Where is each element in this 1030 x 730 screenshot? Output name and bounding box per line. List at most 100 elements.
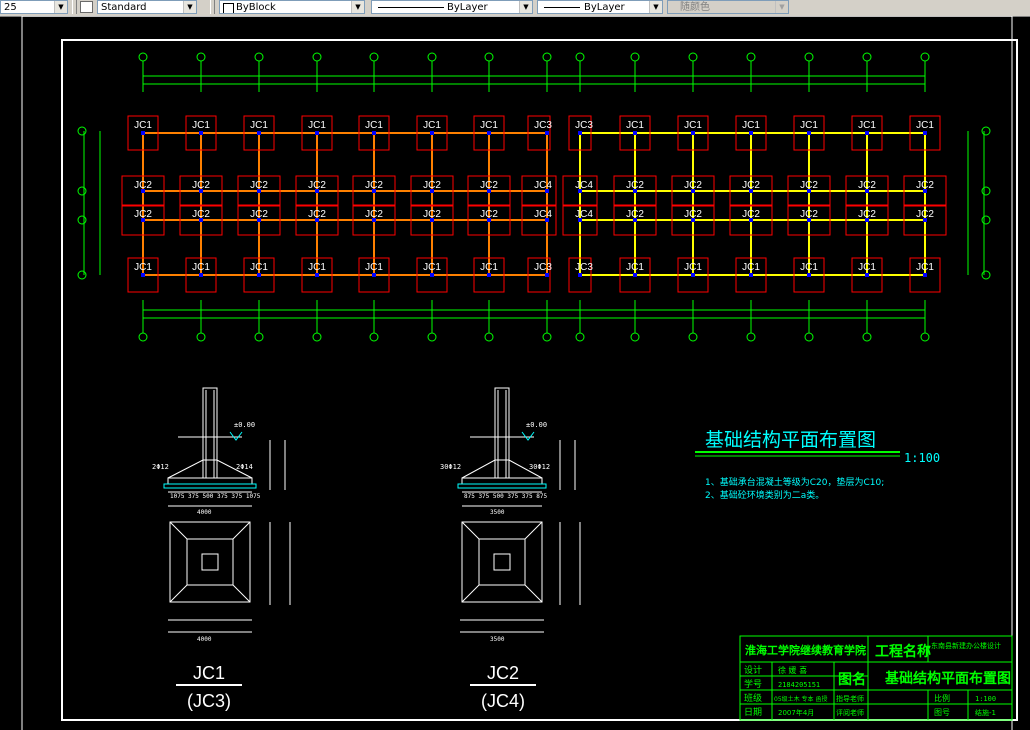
plotstyle-value: 随颜色 [680,2,710,13]
chevron-down-icon[interactable]: ▼ [519,1,532,13]
detail2-plan-total: 3500 [490,636,505,643]
drawing-title: 基础结构平面布置图 [705,429,876,451]
axis-bubble [254,52,264,62]
column-mark [807,273,811,277]
text-style-dropdown[interactable]: Standard ▼ [97,0,197,14]
chevron-down-icon[interactable]: ▼ [775,1,788,13]
column-mark [545,131,549,135]
axis-bubble [369,332,379,342]
footing-label: JC2 [308,180,326,191]
axis-bubble [77,126,87,136]
axis-bubble [630,52,640,62]
footing-label: JC1 [858,120,876,131]
column-mark [865,273,869,277]
axis-bubble [746,52,756,62]
linetype-value: ByLayer [447,2,488,13]
axis-bubble [312,52,322,62]
detail-jc2 [457,387,581,686]
footing-label: JC1 [800,262,818,273]
footing-label: JC1 [916,262,934,273]
column-mark [633,131,637,135]
axis-bubble [630,332,640,342]
column-mark [578,273,582,277]
plotstyle-dropdown[interactable]: 随颜色 ▼ [667,0,789,14]
column-mark [315,273,319,277]
color-swatch-icon [223,3,234,13]
tb-scale-value: 1:100 [975,695,996,703]
axis-bubble [77,215,87,225]
column-mark [807,131,811,135]
column-mark [691,273,695,277]
tb-drawing-name-label: 图名 [838,671,866,688]
tb-drawing-name: 基础结构平面布置图 [885,670,1011,687]
footing-label: JC2 [480,180,498,191]
lineweight-dropdown[interactable]: ByLayer ▼ [537,0,663,14]
tb-design-label: 设计 [744,664,762,676]
detail1-total: 4000 [197,509,212,516]
axis-bubble [575,52,585,62]
axis-bubble [862,52,872,62]
footing-label: JC2 [626,180,644,191]
column-mark [430,273,434,277]
layer-dropdown[interactable]: 25 ▼ [0,0,68,14]
axis-bubble [542,52,552,62]
cad-drawing[interactable]: JC1 JC1 JC1 JC1 JC1 JC1 JC1 JC3 JC3 JC1 JC1 JC1 JC1 J… [0,16,1030,730]
footing-label: JC1 [916,120,934,131]
footing-label: JC4 [575,209,593,220]
axis-bubble [77,186,87,196]
toolbar-separator [210,0,215,14]
axis-bubble [981,270,991,280]
footing-label: JC3 [575,262,593,273]
footing-label: JC1 [480,120,498,131]
axis-bubble [427,332,437,342]
detail1-label: JC1 [193,663,225,683]
axis-bubble [804,52,814,62]
chevron-down-icon[interactable]: ▼ [649,1,662,13]
detail2-label: JC2 [487,663,519,683]
linetype-dropdown[interactable]: ByLayer ▼ [371,0,533,14]
detail2-total: 3500 [490,509,505,516]
column-mark [141,273,145,277]
footing-label: JC1 [134,120,152,131]
footing-label: JC1 [423,120,441,131]
footing-label: JC2 [423,180,441,191]
column-mark [578,131,582,135]
chevron-down-icon[interactable]: ▼ [183,1,196,13]
tb-reviewer-label: 评阅老师 [836,708,864,717]
axis-bubble [196,52,206,62]
footing-label: JC2 [626,209,644,220]
linetype-preview-icon [378,7,444,8]
footing-label: JC4 [534,180,552,191]
column-mark [633,273,637,277]
axis-bubble [981,215,991,225]
toolbar-separator [72,0,77,14]
footing-label: JC4 [534,209,552,220]
footing-label: JC1 [684,120,702,131]
tb-class-label: 班级 [744,692,762,704]
color-dropdown[interactable]: ByBlock ▼ [219,0,365,14]
footing-label: JC2 [365,180,383,191]
detail2-right-bar: 30Φ12 [529,463,550,471]
column-mark [749,273,753,277]
footing-label: JC2 [192,180,210,191]
axis-bubble [920,52,930,62]
drawing-canvas[interactable]: JC1 JC1 JC1 JC1 JC1 JC1 JC1 JC3 JC3 JC1 JC1 JC1 JC1 J… [0,16,1030,730]
detail2-elevation: ±0.00 [526,421,547,429]
tb-teacher-label: 指导老师 [836,694,864,703]
lineweight-preview-icon [544,7,580,8]
detail1-sublabel: (JC3) [187,691,231,711]
detail1-dims: 1075 375 500 375 375 1075 [170,493,261,500]
chevron-down-icon[interactable]: ▼ [351,1,364,13]
detail1-plan-total: 4000 [197,636,212,643]
tb-drawing-no: 结施-1 [975,708,996,717]
axis-bubble [920,332,930,342]
axis-bubble [427,52,437,62]
footing-label: JC1 [192,262,210,273]
column-mark [923,273,927,277]
footing-label: JC1 [742,120,760,131]
chevron-down-icon[interactable]: ▼ [54,1,67,13]
footing-label: JC2 [800,180,818,191]
detail1-left-bar: 2Φ12 [152,463,169,471]
text-style-icon[interactable] [80,1,93,13]
axis-bubble [369,52,379,62]
